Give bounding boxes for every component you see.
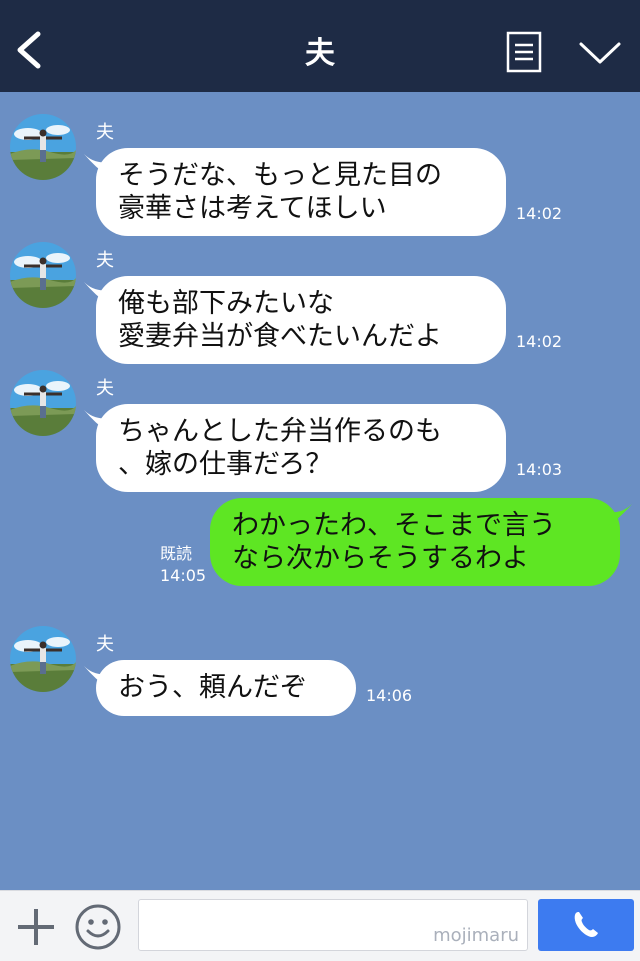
my-message-bubble[interactable]: わかったわ、そこまで言う なら次からそうするわよ [210,498,620,586]
notes-icon[interactable] [506,31,542,73]
message-time: 14:03 [516,460,563,479]
bubble-tail [608,504,632,526]
message-bubble[interactable]: 俺も部下みたいな 愛妻弁当が食べたいんだよ [96,276,506,364]
avatar[interactable] [10,370,76,436]
read-receipt: 既読 [160,544,193,563]
phone-icon [574,912,598,937]
avatar[interactable] [10,626,76,692]
message-bubble[interactable]: そうだな、もっと見た目の 豪華さは考えてほしい [96,148,506,236]
message-input[interactable]: mojimaru [138,899,528,951]
plus-icon[interactable] [14,905,58,949]
back-arrow-icon[interactable] [14,30,44,70]
message-time: 14:05 [160,566,207,585]
sender-name: 夫 [96,122,114,143]
avatar-photo-icon [10,114,76,180]
message-time: 14:02 [516,332,563,351]
message-list[interactable]: 夫 そうだな、もっと見た目の 豪華さは考えてほしい 14:02 夫 俺も部下みた… [0,92,640,890]
message-time: 14:06 [366,686,413,705]
avatar[interactable] [10,114,76,180]
chevron-down-icon[interactable] [578,40,622,66]
avatar[interactable] [10,242,76,308]
sender-name: 夫 [96,378,114,399]
watermark: mojimaru [433,925,519,946]
input-bar: mojimaru [0,890,640,961]
avatar-photo-icon [10,370,76,436]
message-bubble[interactable]: おう、頼んだぞ [96,660,356,716]
message-bubble[interactable]: ちゃんとした弁当作るのも 、嫁の仕事だろ？ [96,404,506,492]
sender-name: 夫 [96,634,114,655]
avatar-photo-icon [10,242,76,308]
chat-title: 夫 [305,36,335,71]
avatar-photo-icon [10,626,76,692]
message-time: 14:02 [516,204,563,223]
call-button[interactable] [538,899,634,951]
chat-header: 夫 [0,0,640,92]
sender-name: 夫 [96,250,114,271]
emoji-icon[interactable] [74,903,122,951]
